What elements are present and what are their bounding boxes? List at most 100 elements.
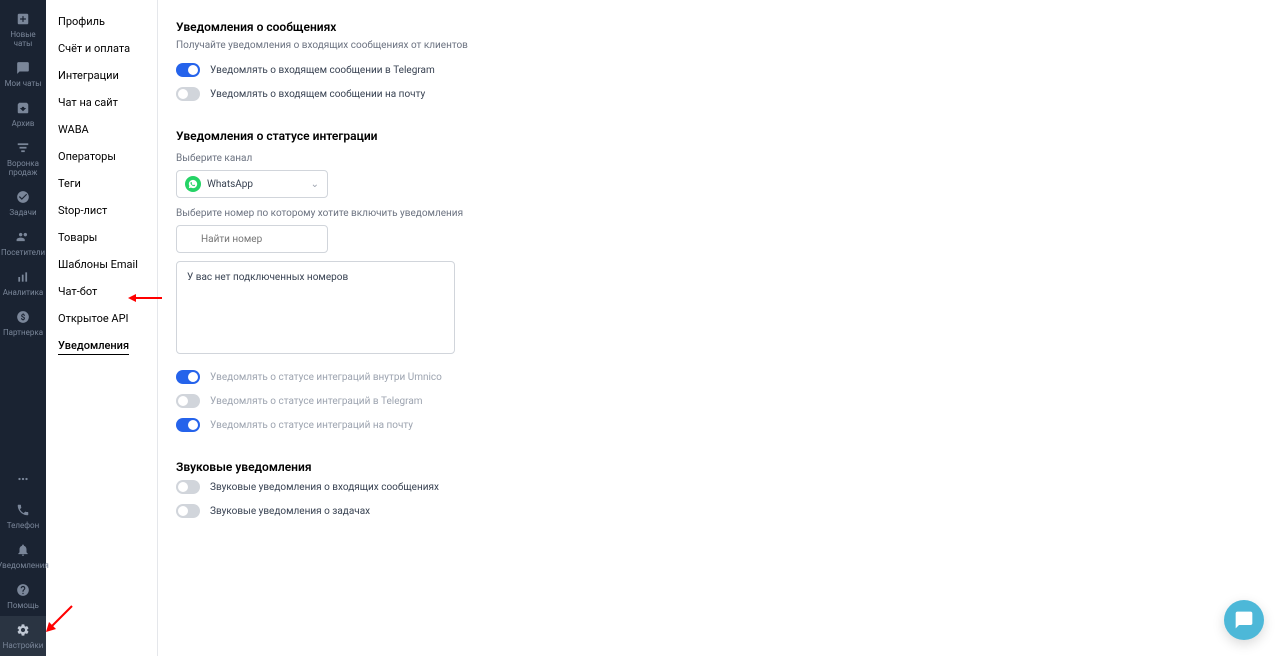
settings-menu-item[interactable]: Товары (46, 224, 157, 251)
section-title: Звуковые уведомления (176, 460, 1280, 474)
nav-label: Архив (12, 119, 35, 128)
settings-menu-item[interactable]: Шаблоны Email (46, 251, 157, 278)
nav-label: Телефон (7, 521, 39, 530)
nav-item-chat[interactable]: Мои чаты (0, 54, 46, 94)
nav-label: Аналитика (3, 288, 44, 297)
chat-icon (1234, 610, 1254, 630)
numbers-list: У вас нет подключенных номеров (176, 261, 455, 354)
section-desc: Получайте уведомления о входящих сообщен… (176, 40, 1280, 51)
dollar-icon: $ (15, 309, 31, 325)
settings-menu-item[interactable]: Чат-бот (46, 278, 157, 305)
bars-icon (15, 269, 31, 285)
nav-item-bell[interactable]: Уведомления (0, 536, 46, 576)
toggle-label: Уведомлять о входящем сообщении на почту (210, 89, 425, 100)
nav-label: Новые чаты (2, 30, 44, 48)
nav-item-gear[interactable]: Настройки (0, 616, 46, 656)
settings-menu-item[interactable]: Stop-лист (46, 197, 157, 224)
settings-menu-item[interactable]: Счёт и оплата (46, 35, 157, 62)
toggle-row: Уведомлять о входящем сообщении в Telegr… (176, 63, 1280, 77)
nav-label: Задачи (9, 208, 36, 217)
chat-icon (15, 60, 31, 76)
nav-item-archive[interactable]: Архив (0, 94, 46, 134)
settings-submenu: Профиль Счёт и оплата Интеграции Чат на сай… (46, 0, 158, 656)
section-title: Уведомления о статусе интеграции (176, 129, 1280, 143)
chat-widget-button[interactable] (1224, 600, 1264, 640)
toggle-switch[interactable] (176, 394, 200, 408)
phone-icon (15, 502, 31, 518)
bell-icon (15, 542, 31, 558)
toggle-row: Уведомлять о статусе интеграций в Telegr… (176, 394, 1280, 408)
toggle-label: Уведомлять о входящем сообщении в Telegr… (210, 65, 435, 76)
section-title: Уведомления о сообщениях (176, 20, 1280, 34)
nav-item-phone[interactable]: Телефон (0, 496, 46, 536)
toggle-label: Звуковые уведомления о задачах (210, 506, 370, 517)
settings-menu-label: Чат-бот (58, 285, 97, 298)
section-sound: Звуковые уведомления Звуковые уведомлени… (176, 460, 1280, 518)
nav-item-bars[interactable]: Аналитика (0, 263, 46, 303)
toggle-switch[interactable] (176, 63, 200, 77)
settings-menu-label: Товары (58, 231, 97, 244)
settings-menu-label: Теги (58, 177, 81, 190)
archive-icon (15, 100, 31, 116)
toggle-label: Уведомлять о статусе интеграций в Telegr… (210, 396, 423, 407)
check-icon (15, 189, 31, 205)
toggle-row: Уведомлять о статусе интеграций на почту (176, 418, 1280, 432)
toggle-switch[interactable] (176, 370, 200, 384)
nav-item-dots[interactable] (0, 465, 46, 496)
whatsapp-icon (185, 176, 201, 192)
toggle-row: Звуковые уведомления о входящих сообщени… (176, 480, 1280, 494)
toggle-row: Уведомлять о входящем сообщении на почту (176, 87, 1280, 101)
nav-label: Воронка продаж (2, 159, 44, 177)
users-icon (15, 229, 31, 245)
toggle-row: Уведомлять о статусе интеграций внутри U… (176, 370, 1280, 384)
svg-text:$: $ (21, 312, 26, 322)
settings-menu-label: Открытое API (58, 312, 129, 325)
nav-item-plus-box[interactable]: Новые чаты (0, 5, 46, 54)
settings-menu-label: Счёт и оплата (58, 42, 130, 55)
settings-menu-label: Уведомления (58, 339, 129, 355)
nav-item-dollar[interactable]: $ Партнерка (0, 303, 46, 343)
nav-label: Настройки (3, 641, 44, 650)
settings-menu-item[interactable]: Теги (46, 170, 157, 197)
number-label: Выберите номер по которому хотите включи… (176, 208, 1280, 219)
toggle-label: Звуковые уведомления о входящих сообщени… (210, 482, 439, 493)
gear-icon (15, 622, 31, 638)
settings-menu-item[interactable]: WABA (46, 116, 157, 143)
nav-item-check[interactable]: Задачи (0, 183, 46, 223)
funnel-icon (15, 140, 31, 156)
settings-menu-item[interactable]: Операторы (46, 143, 157, 170)
channel-label: Выберите канал (176, 153, 1280, 164)
settings-menu-label: Интеграции (58, 69, 119, 82)
dots-icon (15, 471, 31, 487)
nav-label: Посетители (1, 248, 45, 257)
nav-item-help[interactable]: Помощь (0, 576, 46, 616)
toggle-switch[interactable] (176, 504, 200, 518)
nav-label: Помощь (7, 601, 39, 610)
settings-menu-label: WABA (58, 123, 89, 136)
nav-label: Мои чаты (5, 79, 42, 88)
toggle-label: Уведомлять о статусе интеграций на почту (210, 420, 413, 431)
number-search-input[interactable] (176, 225, 328, 253)
settings-menu-item[interactable]: Уведомления (46, 332, 157, 359)
nav-item-users[interactable]: Посетители (0, 223, 46, 263)
settings-menu-item[interactable]: Чат на сайт (46, 89, 157, 116)
left-nav: Новые чаты Мои чаты Архив Воронка продаж Зад… (0, 0, 46, 656)
settings-menu-label: Шаблоны Email (58, 258, 138, 271)
nav-label: Уведомления (0, 561, 49, 570)
settings-menu-label: Stop-лист (58, 204, 107, 217)
section-messages: Уведомления о сообщениях Получайте уведо… (176, 20, 1280, 101)
settings-menu-label: Профиль (58, 15, 105, 28)
toggle-switch[interactable] (176, 418, 200, 432)
toggle-row: Звуковые уведомления о задачах (176, 504, 1280, 518)
settings-menu-item[interactable]: Интеграции (46, 62, 157, 89)
channel-select[interactable]: WhatsApp ⌄ (176, 170, 328, 198)
nav-label: Партнерка (3, 328, 43, 337)
nav-item-funnel[interactable]: Воронка продаж (0, 134, 46, 183)
section-integration: Уведомления о статусе интеграции Выберит… (176, 129, 1280, 432)
chevron-down-icon: ⌄ (311, 179, 319, 190)
settings-menu-item[interactable]: Открытое API (46, 305, 157, 332)
empty-state: У вас нет подключенных номеров (187, 272, 348, 283)
settings-menu-item[interactable]: Профиль (46, 8, 157, 35)
toggle-switch[interactable] (176, 480, 200, 494)
toggle-switch[interactable] (176, 87, 200, 101)
